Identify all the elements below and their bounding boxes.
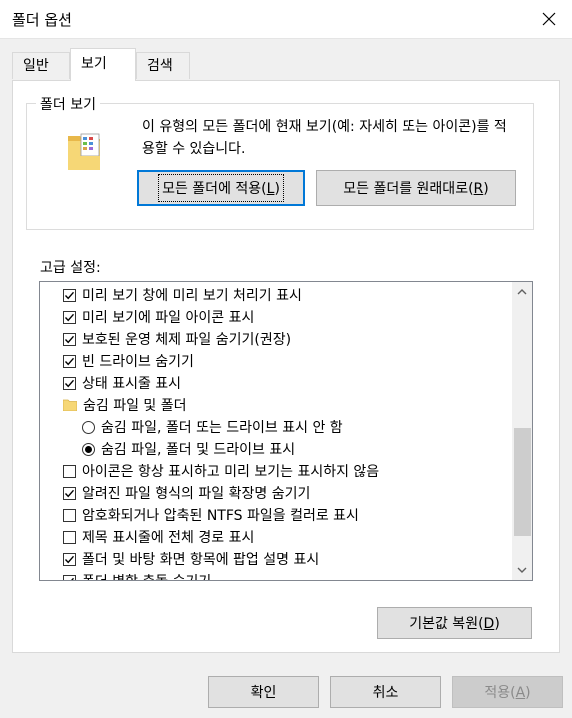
- checkbox[interactable]: [63, 552, 76, 566]
- folder-icon: [63, 399, 77, 411]
- setting-label: 제목 표시줄에 전체 경로 표시: [82, 530, 255, 546]
- tab-general-label: 일반: [23, 58, 49, 74]
- ok-button[interactable]: 확인: [208, 676, 319, 708]
- apply-label-end: ): [525, 685, 531, 701]
- checkbox[interactable]: [63, 332, 76, 346]
- checkmark-icon: [64, 357, 75, 365]
- folder-views-description: 이 유형의 모든 폴더에 현재 보기(예: 자세히 또는 아이콘)를 적용할 수…: [142, 119, 507, 157]
- radio-dot: [85, 445, 92, 453]
- setting-label: 미리 보기에 파일 아이콘 표시: [82, 310, 255, 326]
- tab-general[interactable]: 일반: [12, 52, 70, 79]
- setting-checkbox-row[interactable]: 알려진 파일 형식의 파일 확장명 숨기기: [63, 482, 310, 504]
- checkmark-icon: [64, 313, 75, 321]
- restore-defaults-button[interactable]: 기본값 복원(D): [377, 607, 532, 639]
- close-button[interactable]: [526, 0, 572, 38]
- restore-defaults-label-end: ): [494, 616, 500, 632]
- checkbox[interactable]: [63, 486, 76, 500]
- close-icon: [542, 12, 556, 26]
- setting-label: 숨김 파일 및 폴더: [83, 398, 187, 414]
- setting-checkbox-row[interactable]: 폴더 병합 충돌 숨기기: [63, 570, 211, 580]
- setting-checkbox-row[interactable]: 미리 보기 창에 미리 보기 처리기 표시: [63, 284, 302, 306]
- reset-folders-accel: R: [473, 181, 484, 197]
- setting-checkbox-row[interactable]: 상태 표시줄 표시: [63, 372, 181, 394]
- setting-checkbox-row[interactable]: 빈 드라이브 숨기기: [63, 350, 194, 372]
- reset-folders-button[interactable]: 모든 폴더를 원래대로(R): [316, 170, 516, 206]
- advanced-settings-label: 고급 설정:: [40, 260, 101, 276]
- setting-checkbox-row[interactable]: 폴더 및 바탕 화면 항목에 팝업 설명 표시: [63, 548, 319, 570]
- checkbox[interactable]: [63, 530, 76, 544]
- checkbox[interactable]: [63, 376, 76, 390]
- title-bar: 폴더 옵션: [0, 0, 572, 39]
- ok-label: 확인: [250, 685, 277, 701]
- chevron-up-icon: [517, 289, 527, 295]
- setting-label: 빈 드라이브 숨기기: [82, 354, 194, 370]
- radio-button[interactable]: [82, 420, 95, 434]
- checkbox[interactable]: [63, 464, 76, 478]
- tab-search-label: 검색: [147, 58, 173, 74]
- checkmark-icon: [64, 489, 75, 497]
- setting-label: 아이콘은 항상 표시하고 미리 보기는 표시하지 않음: [82, 464, 380, 480]
- tab-view-label: 보기: [81, 56, 107, 72]
- setting-label: 미리 보기 창에 미리 보기 처리기 표시: [82, 288, 302, 304]
- checkmark-icon: [64, 555, 75, 563]
- chevron-down-icon: [517, 567, 527, 573]
- cancel-button[interactable]: 취소: [330, 676, 441, 708]
- vertical-scrollbar[interactable]: [512, 282, 532, 580]
- folder-view-icon: [68, 133, 100, 170]
- checkbox[interactable]: [63, 354, 76, 368]
- apply-label: 적용(: [484, 685, 516, 701]
- checkmark-icon: [64, 291, 75, 299]
- setting-radio-row[interactable]: 숨김 파일, 폴더 또는 드라이브 표시 안 함: [82, 416, 343, 438]
- checkbox[interactable]: [63, 310, 76, 324]
- window-title: 폴더 옵션: [12, 11, 72, 29]
- setting-label: 알려진 파일 형식의 파일 확장명 숨기기: [82, 486, 311, 502]
- setting-radio-row[interactable]: 숨김 파일, 폴더 및 드라이브 표시: [82, 438, 295, 460]
- advanced-settings-list[interactable]: 미리 보기 창에 미리 보기 처리기 표시미리 보기에 파일 아이콘 표시보호된…: [39, 281, 533, 581]
- tab-view[interactable]: 보기: [70, 48, 136, 81]
- apply-to-folders-button[interactable]: 모든 폴더에 적용(L): [137, 170, 305, 206]
- setting-label: 숨김 파일, 폴더 및 드라이브 표시: [101, 442, 296, 458]
- setting-checkbox-row[interactable]: 보호된 운영 체제 파일 숨기기(권장): [63, 328, 291, 350]
- setting-label: 보호된 운영 체제 파일 숨기기(권장): [82, 332, 292, 348]
- setting-checkbox-row[interactable]: 암호화되거나 압축된 NTFS 파일을 컬러로 표시: [63, 504, 359, 526]
- scroll-up-button[interactable]: [512, 282, 532, 302]
- apply-to-folders-label-end: ): [274, 181, 280, 197]
- cancel-label: 취소: [372, 685, 399, 701]
- tab-search[interactable]: 검색: [136, 52, 190, 79]
- folder-views-group-label: 폴더 보기: [36, 94, 100, 114]
- apply-accel: A: [515, 685, 526, 701]
- reset-folders-label-end: ): [483, 181, 489, 197]
- setting-label: 폴더 병합 충돌 숨기기: [82, 571, 211, 580]
- restore-defaults-label: 기본값 복원(: [409, 616, 484, 632]
- checkmark-icon: [64, 335, 75, 343]
- setting-checkbox-row[interactable]: 제목 표시줄에 전체 경로 표시: [63, 526, 254, 548]
- reset-folders-label: 모든 폴더를 원래대로(: [343, 181, 474, 197]
- setting-label: 암호화되거나 압축된 NTFS 파일을 컬러로 표시: [82, 508, 359, 524]
- apply-button[interactable]: 적용(A): [452, 676, 563, 708]
- setting-checkbox-row[interactable]: 미리 보기에 파일 아이콘 표시: [63, 306, 254, 328]
- setting-checkbox-row[interactable]: 아이콘은 항상 표시하고 미리 보기는 표시하지 않음: [63, 460, 379, 482]
- radio-button[interactable]: [82, 442, 95, 456]
- setting-label: 폴더 및 바탕 화면 항목에 팝업 설명 표시: [82, 552, 320, 568]
- checkmark-icon: [64, 379, 75, 387]
- checkbox[interactable]: [63, 508, 76, 522]
- checkbox[interactable]: [63, 574, 76, 580]
- setting-label: 상태 표시줄 표시: [82, 376, 182, 392]
- setting-group-header: 숨김 파일 및 폴더: [63, 394, 187, 416]
- scroll-down-button[interactable]: [512, 560, 532, 580]
- checkbox[interactable]: [63, 288, 76, 302]
- checkmark-icon: [70, 577, 75, 580]
- apply-to-folders-label: 모든 폴더에 적용(: [162, 181, 267, 197]
- scrollbar-thumb[interactable]: [514, 428, 531, 536]
- restore-defaults-accel: D: [483, 616, 495, 632]
- advanced-settings-items: 미리 보기 창에 미리 보기 처리기 표시미리 보기에 파일 아이콘 표시보호된…: [40, 282, 512, 580]
- setting-label: 숨김 파일, 폴더 또는 드라이브 표시 안 함: [101, 420, 343, 436]
